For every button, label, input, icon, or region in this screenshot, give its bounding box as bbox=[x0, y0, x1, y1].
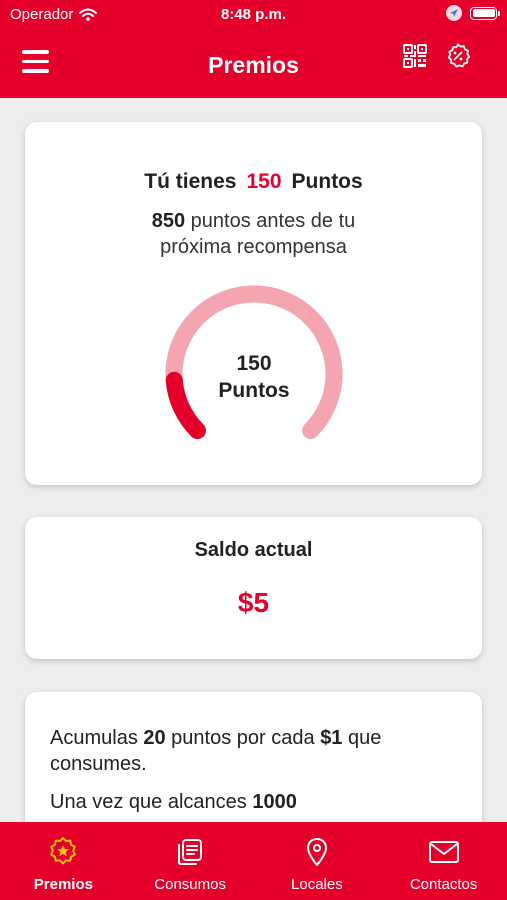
gauge-label: 150 Puntos bbox=[164, 350, 344, 404]
balance-amount: $5 bbox=[237, 587, 270, 618]
info-text-part: Una vez que alcances bbox=[50, 791, 253, 813]
tab-label: Contactos bbox=[409, 876, 478, 893]
balance-title: Saldo actual bbox=[194, 539, 313, 561]
discount-badge-icon[interactable] bbox=[445, 43, 471, 69]
points-value: 150 bbox=[246, 170, 282, 193]
info-text-part: puntos por cada bbox=[165, 727, 321, 749]
status-right bbox=[446, 5, 500, 21]
tab-locales[interactable]: Locales bbox=[254, 822, 381, 900]
info-points-rate: 20 bbox=[143, 727, 166, 749]
remaining-points: 850 bbox=[151, 210, 186, 232]
mail-icon bbox=[428, 841, 459, 863]
page-title: Premios bbox=[208, 52, 299, 78]
tab-label: Consumos bbox=[154, 876, 226, 893]
tab-bar: Premios Consumos Locales Contactos bbox=[0, 822, 507, 900]
remaining-text: puntos antes de tu bbox=[190, 210, 356, 232]
info-earning-rule: Acumulas 20 puntos por cada $1 que consu… bbox=[50, 725, 457, 777]
location-arrow-icon bbox=[446, 5, 462, 21]
points-card: Tú tienes 150 Puntos 850 puntos antes de t… bbox=[25, 122, 482, 485]
status-bar: Operador 8:48 p.m. bbox=[0, 0, 507, 28]
points-prefix: Tú tienes bbox=[144, 170, 237, 193]
info-dollar-rate: $1 bbox=[320, 727, 343, 749]
points-summary: Tú tienes 150 Puntos bbox=[25, 170, 482, 194]
tab-premios[interactable]: Premios bbox=[0, 822, 127, 900]
app-header: Operador 8:48 p.m. Premios bbox=[0, 0, 507, 98]
tab-label: Locales bbox=[291, 876, 343, 893]
remaining-text-2: próxima recompensa bbox=[160, 236, 347, 258]
gauge-value: 150 bbox=[236, 352, 272, 375]
info-threshold: 1000 bbox=[252, 791, 297, 813]
points-suffix: Puntos bbox=[291, 170, 363, 193]
tab-label: Premios bbox=[33, 876, 93, 893]
info-text-part: Acumulas bbox=[50, 727, 144, 749]
gauge-unit: Puntos bbox=[218, 379, 290, 402]
qr-code-icon[interactable] bbox=[402, 43, 428, 69]
status-time: 8:48 p.m. bbox=[220, 6, 287, 23]
balance-card: Saldo actual $5 bbox=[25, 517, 482, 659]
info-redeem-rule: Una vez que alcances 1000 bbox=[50, 789, 457, 815]
next-reward-text: 850 puntos antes de tu próxima recompens… bbox=[25, 208, 482, 260]
star-badge-icon bbox=[50, 837, 77, 865]
tab-contactos[interactable]: Contactos bbox=[380, 822, 507, 900]
battery-icon bbox=[470, 6, 500, 20]
tab-consumos[interactable]: Consumos bbox=[127, 822, 254, 900]
location-pin-icon bbox=[306, 838, 327, 866]
receipt-icon bbox=[178, 839, 203, 865]
